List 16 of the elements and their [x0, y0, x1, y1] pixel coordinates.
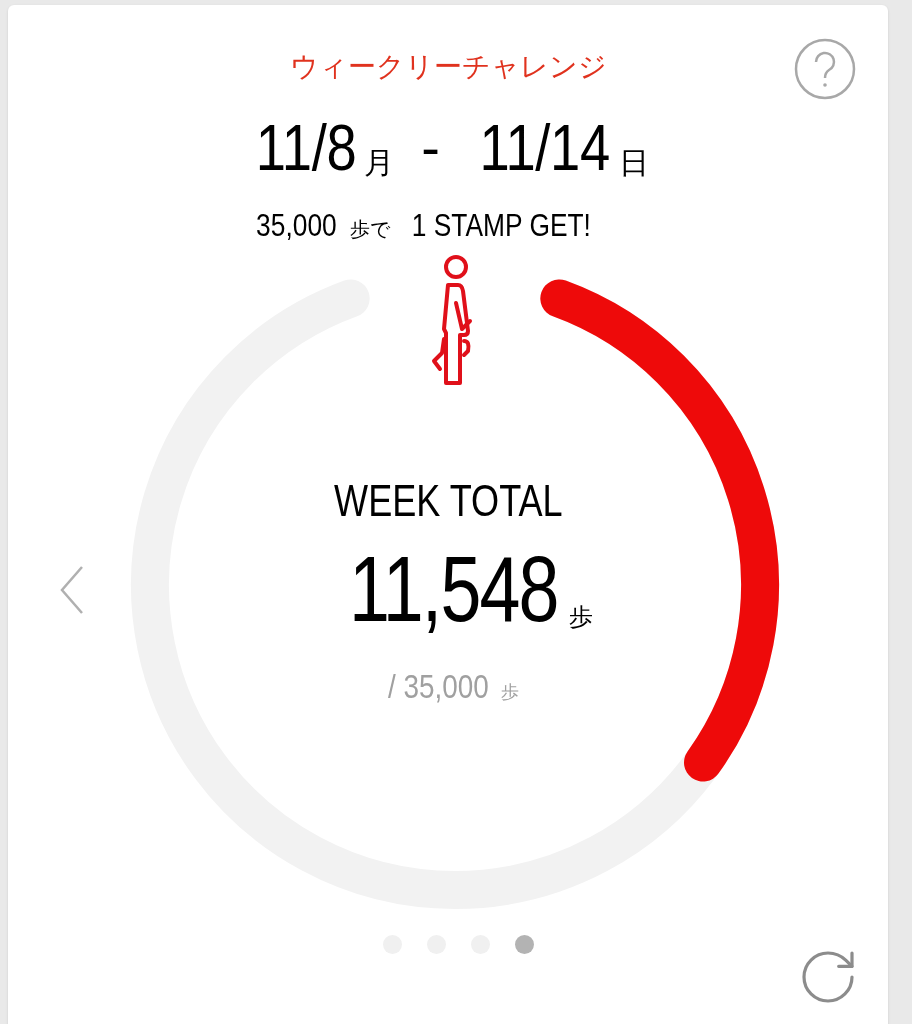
date-separator: -: [421, 115, 440, 181]
goal-unit: 歩で: [350, 217, 391, 242]
week-total-value: 11,548: [348, 541, 558, 637]
target-unit: 歩: [501, 681, 520, 704]
start-unit: 月: [363, 145, 394, 181]
end-date: 11/14: [479, 113, 610, 183]
goal-reward: 1 STAMP GET!: [411, 207, 591, 245]
end-unit: 日: [618, 145, 649, 181]
target-steps: / 35,000: [387, 665, 489, 707]
previous-chevron-icon[interactable]: [58, 565, 86, 615]
goal-steps: 35,000: [256, 207, 337, 245]
help-icon[interactable]: [794, 38, 856, 100]
week-total-label: WEEK TOTAL: [333, 475, 563, 527]
challenge-title: ウィークリーチャレンジ: [289, 50, 607, 84]
start-date: 11/8: [256, 113, 357, 183]
week-total-unit: 歩: [569, 602, 594, 632]
